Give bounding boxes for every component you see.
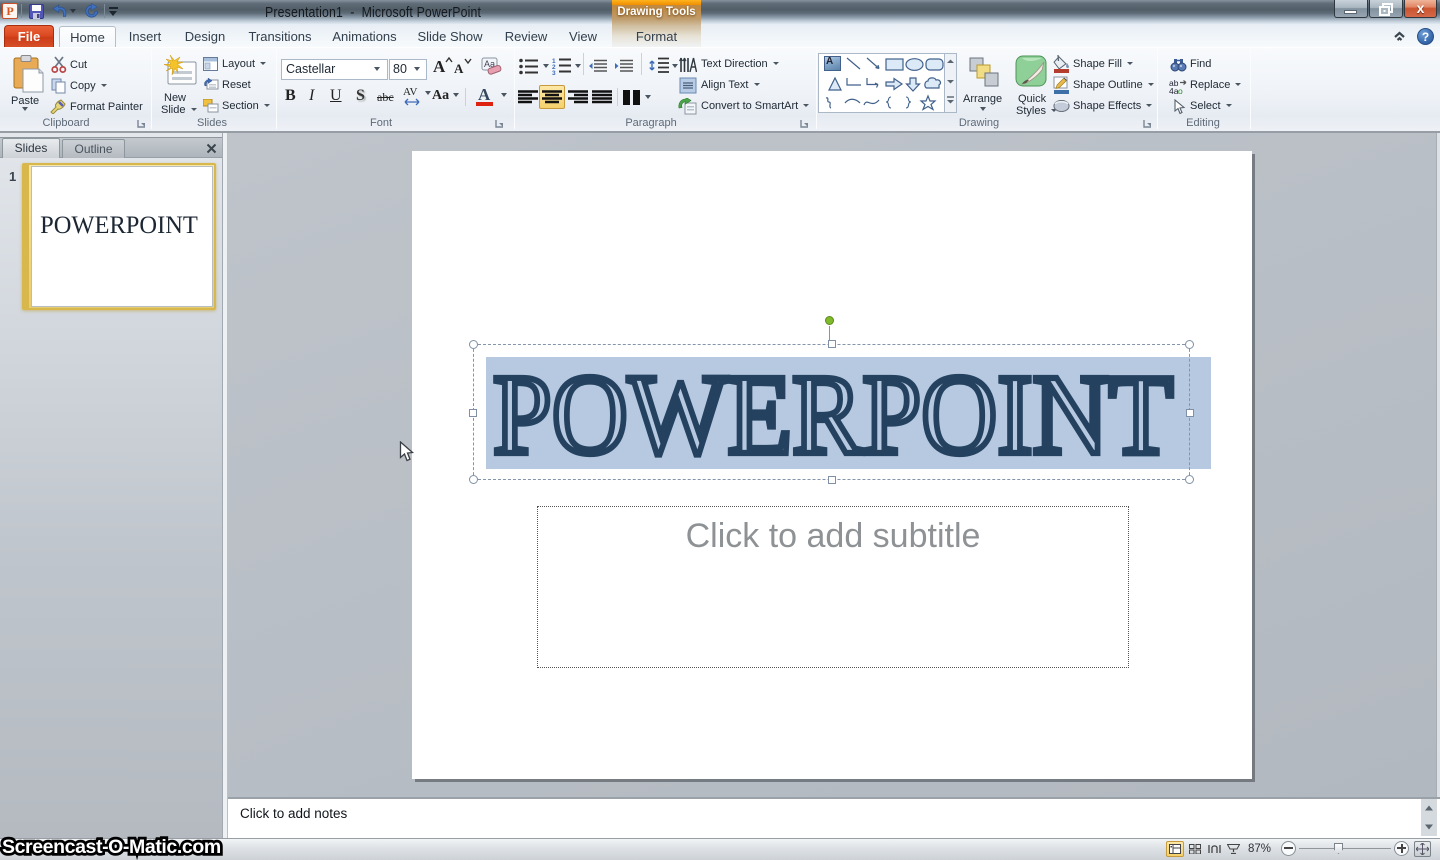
svg-text:o: o bbox=[1178, 86, 1183, 95]
svg-text:3: 3 bbox=[552, 70, 556, 75]
